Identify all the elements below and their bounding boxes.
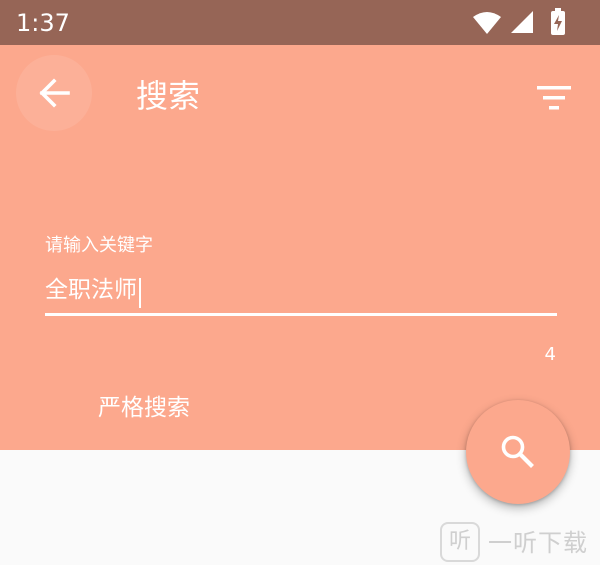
text-cursor — [139, 277, 141, 308]
strict-search-option[interactable]: 严格搜索 — [98, 393, 190, 423]
watermark-logo-icon: 听 — [440, 522, 480, 562]
watermark-text: 一听下载 — [488, 529, 588, 557]
search-button[interactable] — [466, 400, 570, 504]
battery-charging-icon — [551, 8, 565, 35]
filter-icon — [537, 86, 571, 110]
search-input-label: 请输入关键字 — [45, 235, 153, 256]
character-counter: 4 — [544, 344, 556, 365]
watermark: 听 一听下载 — [436, 520, 600, 565]
status-time: 1:37 — [16, 9, 70, 37]
filter-button[interactable] — [530, 80, 580, 116]
search-input-value: 全职法师 — [45, 277, 137, 303]
status-icons — [460, 0, 600, 45]
back-button[interactable] — [16, 55, 92, 131]
wifi-icon — [473, 12, 501, 34]
arrow-back-icon — [39, 78, 70, 108]
page-title: 搜索 — [136, 77, 201, 115]
cellular-signal-icon — [511, 11, 533, 33]
search-icon — [501, 435, 534, 468]
keyword-search-input[interactable]: 全职法师 — [45, 270, 557, 316]
status-bar: 1:37 — [0, 0, 600, 45]
